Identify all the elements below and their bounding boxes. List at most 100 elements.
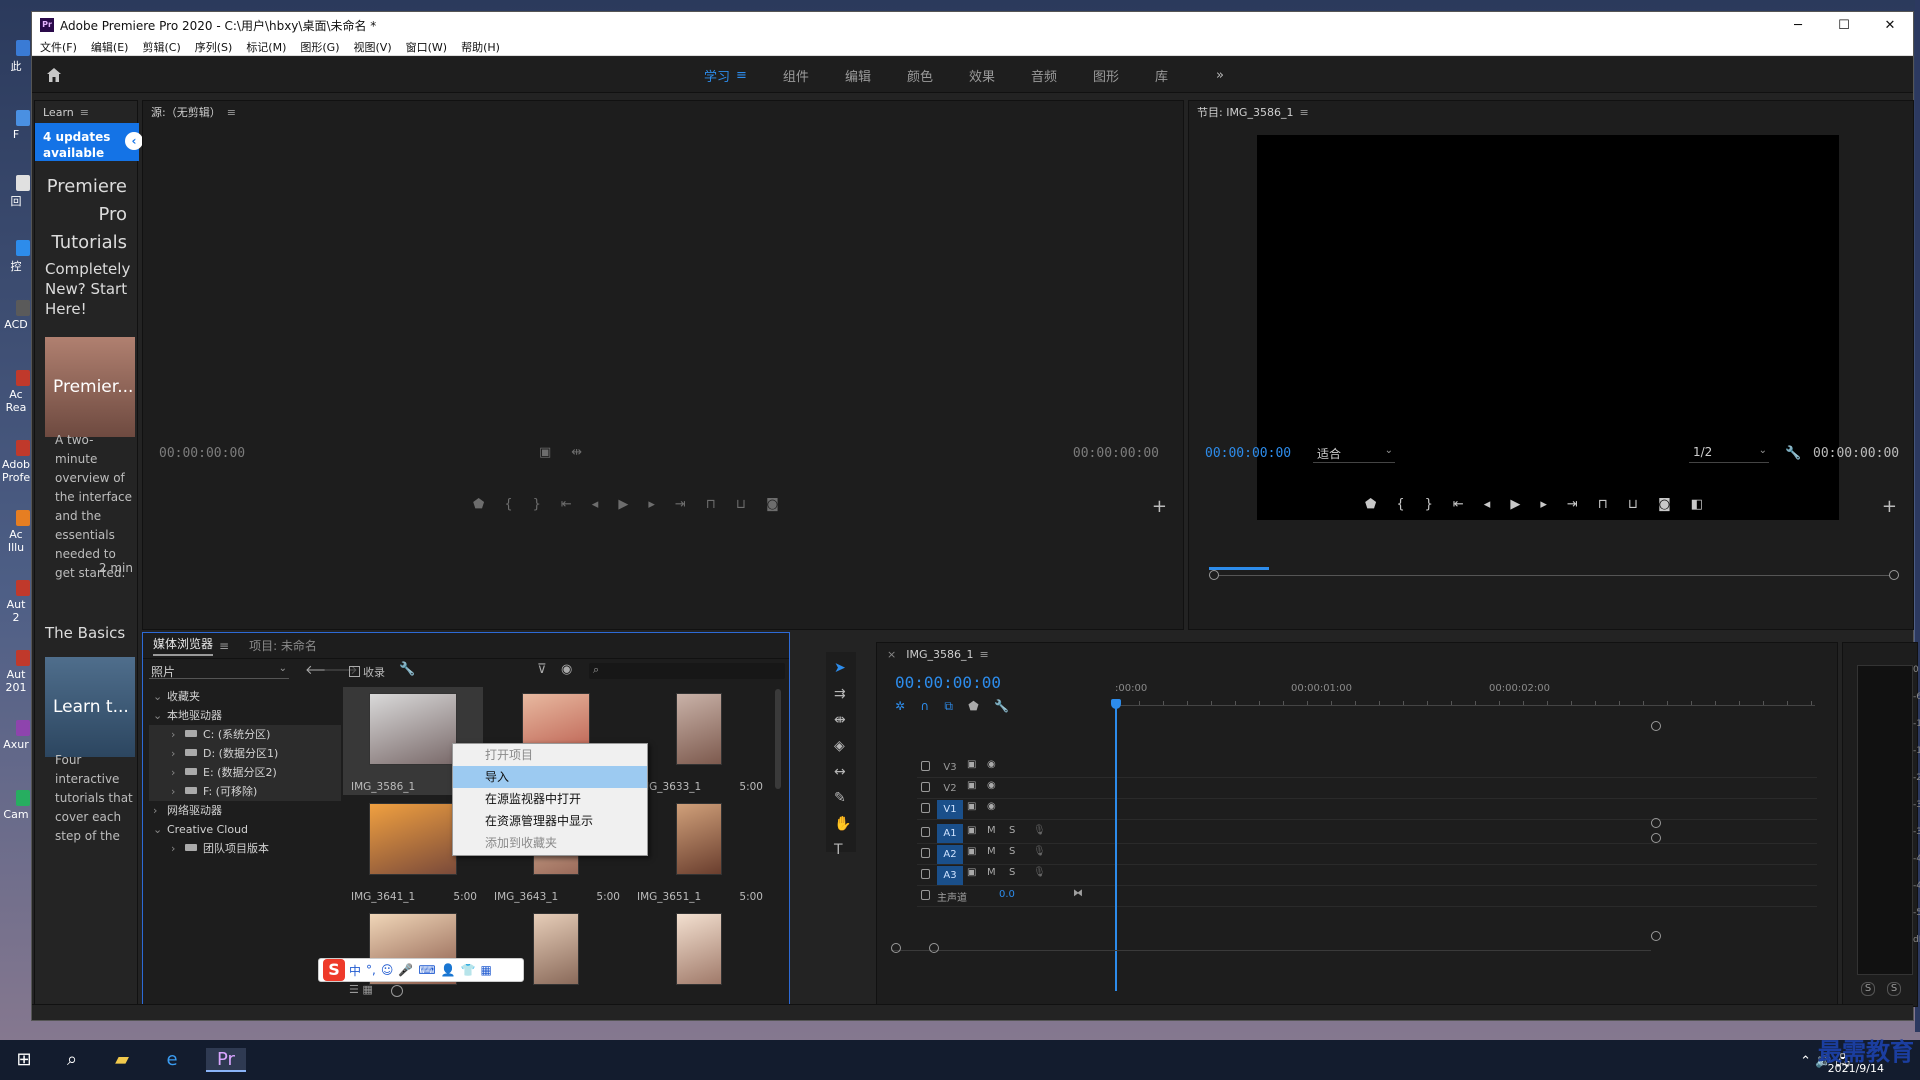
workspace-tab[interactable]: 库 (1155, 66, 1168, 85)
h-zoom-handle[interactable] (929, 943, 939, 953)
view-icon[interactable]: ◉ (561, 662, 572, 677)
track-target-button[interactable]: V3 (937, 758, 963, 777)
workspace-tab[interactable]: 图形 (1093, 66, 1119, 85)
desktop-icon[interactable]: 控 (2, 240, 30, 274)
ime-tool-icon[interactable]: ▦ (481, 963, 492, 977)
grid-scrollbar[interactable] (775, 689, 781, 789)
sequence-tab[interactable]: IMG_3586_1 (906, 648, 973, 661)
tree-arrow-icon[interactable]: › (171, 763, 185, 782)
a-zoom-handle[interactable] (1651, 931, 1661, 941)
context-menu-item[interactable]: 在资源管理器中显示 (453, 810, 647, 832)
menu-item[interactable]: 文件(F) (40, 39, 77, 55)
desktop-icon[interactable]: Adob Profe (2, 440, 30, 484)
snap-icon[interactable]: ∩ (920, 699, 929, 713)
tree-arrow-icon[interactable]: ⌄ (153, 706, 167, 725)
sogou-logo-icon[interactable]: S (323, 959, 345, 981)
track-target-button[interactable]: V2 (937, 779, 963, 798)
solo-right-button[interactable]: S (1887, 982, 1901, 996)
razor-tool-icon[interactable]: ◈ (834, 738, 845, 754)
menu-item[interactable]: 帮助(H) (461, 39, 500, 55)
search-icon[interactable]: ⌕ (60, 1048, 84, 1072)
mute-button[interactable]: M (987, 825, 996, 836)
eye-icon[interactable]: ◉ (987, 759, 996, 770)
a-zoom-handle[interactable] (1651, 833, 1661, 843)
track-target-button[interactable]: A1 (937, 824, 963, 843)
tree-node[interactable]: ⌄ Creative Cloud (149, 820, 341, 839)
zoom-handle-left[interactable] (1209, 570, 1219, 580)
overwrite-icon[interactable]: ⊔ (736, 497, 746, 512)
maximize-button[interactable]: ☐ (1821, 18, 1867, 33)
clip-thumbnail[interactable] (629, 907, 769, 987)
mic-icon[interactable]: 🎙 (1033, 846, 1046, 857)
v-zoom-handle[interactable] (1651, 721, 1661, 731)
close-sequence-icon[interactable]: × (887, 648, 896, 661)
menu-item[interactable]: 标记(M) (246, 39, 286, 55)
tree-arrow-icon[interactable]: › (171, 782, 185, 801)
timeline-timecode[interactable]: 00:00:00:00 (895, 673, 1001, 692)
mark-out-icon[interactable]: } (533, 497, 541, 512)
mark-in-icon[interactable]: { (504, 497, 512, 512)
tutorial-thumbnail-2[interactable]: Learn t... (45, 657, 135, 757)
ingest-checkbox[interactable]: 收录 (349, 664, 385, 680)
settings-icon[interactable]: ▣ (539, 445, 551, 460)
mark-out-icon[interactable]: } (1425, 497, 1433, 512)
playhead-indicator[interactable] (1209, 566, 1269, 570)
marker-icon[interactable]: ⬟ (1365, 497, 1376, 512)
lock-icon[interactable] (921, 848, 930, 858)
search-input[interactable]: ⌕ (589, 663, 785, 679)
lock-icon[interactable] (921, 869, 930, 879)
context-menu-item[interactable]: 导入 (453, 766, 647, 788)
desktop-icon[interactable]: Ac Illu (2, 510, 30, 554)
add-button-icon[interactable]: + (1152, 496, 1167, 517)
edge-browser-icon[interactable]: e (160, 1048, 184, 1072)
play-icon[interactable]: ▶ (1510, 497, 1520, 512)
tab-project[interactable]: 项目: 未命名 (249, 637, 317, 654)
lift-icon[interactable]: ⊓ (1598, 497, 1608, 512)
wrench-icon[interactable]: 🔧 (1785, 446, 1801, 461)
step-forward-icon[interactable]: ▸ (648, 497, 655, 512)
panel-menu-icon[interactable]: ≡ (227, 106, 236, 119)
eye-icon[interactable]: ◉ (987, 780, 996, 791)
goto-out-icon[interactable]: ⇥ (1567, 497, 1578, 512)
mark-in-icon[interactable]: { (1396, 497, 1404, 512)
play-icon[interactable]: ▶ (618, 497, 628, 512)
sync-lock-icon[interactable]: ▣ (967, 759, 976, 770)
ime-tool-icon[interactable]: 👤 (441, 963, 456, 977)
desktop-icon[interactable]: 此 (2, 40, 30, 74)
goto-in-icon[interactable]: ⇤ (1453, 497, 1464, 512)
wrench-icon[interactable]: 🔧 (399, 662, 415, 677)
add-button-icon[interactable]: + (1882, 496, 1897, 517)
fit-dropdown[interactable]: 适合 ⌄ (1313, 445, 1395, 463)
ime-tool-icon[interactable]: 👕 (461, 963, 476, 977)
panel-menu-icon[interactable]: ≡ (80, 106, 89, 119)
panel-menu-icon[interactable]: ≡ (219, 639, 229, 653)
drag-video-icon[interactable]: ⇹ (571, 445, 582, 460)
ime-tool-icon[interactable]: 中 (349, 962, 361, 979)
lock-icon[interactable] (921, 782, 930, 792)
sync-lock-icon[interactable]: ▣ (967, 801, 976, 812)
program-timecode[interactable]: 00:00:00:00 (1205, 446, 1291, 461)
lock-icon[interactable] (921, 761, 930, 771)
tree-arrow-icon[interactable]: ⌄ (153, 820, 167, 839)
desktop-icon[interactable]: 回 (2, 175, 30, 209)
mute-button[interactable]: M (987, 846, 996, 857)
nest-icon[interactable]: ✲ (895, 699, 905, 713)
hand-tool-icon[interactable]: ✋ (834, 816, 851, 832)
zoom-handle-right[interactable] (1889, 570, 1899, 580)
workspace-tab[interactable]: 组件 (783, 66, 809, 85)
mic-icon[interactable]: 🎙 (1033, 825, 1046, 836)
sync-lock-icon[interactable]: ▣ (967, 846, 976, 857)
compare-icon[interactable]: ◧ (1691, 497, 1703, 512)
desktop-icon[interactable]: Ac Rea (2, 370, 30, 414)
tree-node[interactable]: › E: (数据分区2) (149, 763, 341, 782)
solo-button[interactable]: S (1009, 867, 1015, 878)
playhead-handle[interactable] (1111, 699, 1121, 709)
ime-tool-icon[interactable]: ☺ (381, 963, 394, 977)
track-target-button[interactable]: A3 (937, 866, 963, 885)
marker-icon[interactable]: ⬟ (968, 699, 978, 713)
goto-in-icon[interactable]: ⇤ (561, 497, 572, 512)
tree-node[interactable]: › C: (系统分区) (149, 725, 341, 744)
thumbnail-size-slider[interactable] (391, 985, 403, 997)
lock-icon[interactable] (921, 827, 930, 837)
context-menu-item[interactable]: 在源监视器中打开 (453, 788, 647, 810)
